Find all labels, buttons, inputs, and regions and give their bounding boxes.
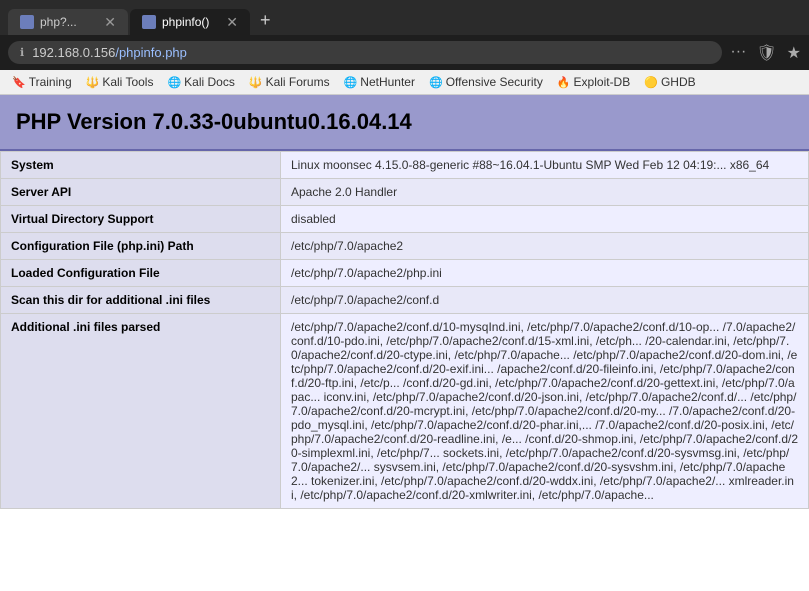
table-row: Scan this dir for additional .ini files/… bbox=[1, 287, 809, 314]
table-cell-key: Configuration File (php.ini) Path bbox=[1, 233, 281, 260]
bookmark-icon-kali-forums: 🔱 bbox=[249, 76, 263, 89]
bookmark-label-kali-docs: Kali Docs bbox=[184, 75, 235, 89]
tab-title-inactive: php?... bbox=[40, 15, 98, 29]
tab-close-inactive[interactable]: ✕ bbox=[104, 15, 116, 29]
table-row: Server APIApache 2.0 Handler bbox=[1, 179, 809, 206]
tabs-row: php?... ✕ phpinfo() ✕ + bbox=[8, 6, 801, 35]
bookmark-label-kali-tools: Kali Tools bbox=[102, 75, 153, 89]
table-cell-key: Additional .ini files parsed bbox=[1, 314, 281, 509]
bookmark-icon-offensive-security: 🌐 bbox=[429, 76, 443, 89]
bookmark-nethunter[interactable]: 🌐 NetHunter bbox=[338, 73, 421, 91]
table-cell-key: Virtual Directory Support bbox=[1, 206, 281, 233]
tab-active[interactable]: phpinfo() ✕ bbox=[130, 9, 250, 35]
more-options-icon[interactable]: ··· bbox=[730, 43, 746, 63]
bookmark-label-offensive-security: Offensive Security bbox=[446, 75, 543, 89]
bookmark-kali-forums[interactable]: 🔱 Kali Forums bbox=[243, 73, 336, 91]
bookmark-icon-kali-tools: 🔱 bbox=[86, 76, 100, 89]
table-cell-value: Apache 2.0 Handler bbox=[281, 179, 809, 206]
bookmark-icon-ghdb: 🟡 bbox=[644, 76, 658, 89]
bookmark-label-ghdb: GHDB bbox=[661, 75, 696, 89]
table-cell-value: Linux moonsec 4.15.0-88-generic #88~16.0… bbox=[281, 152, 809, 179]
bookmark-icon-kali-docs: 🌐 bbox=[167, 76, 181, 89]
bookmark-label-kali-forums: Kali Forums bbox=[266, 75, 330, 89]
bookmark-kali-docs[interactable]: 🌐 Kali Docs bbox=[161, 73, 240, 91]
new-tab-button[interactable]: + bbox=[252, 6, 279, 35]
table-cell-value: /etc/php/7.0/apache2/conf.d/10-mysqInd.i… bbox=[281, 314, 809, 509]
table-cell-value: /etc/php/7.0/apache2/php.ini bbox=[281, 260, 809, 287]
url-display: 192.168.0.156/phpinfo.php bbox=[32, 45, 710, 60]
php-header: PHP Version 7.0.33-0ubuntu0.16.04.14 bbox=[0, 95, 809, 151]
bookmark-icon-training: 🔖 bbox=[12, 76, 26, 89]
table-row: SystemLinux moonsec 4.15.0-88-generic #8… bbox=[1, 152, 809, 179]
tab-favicon-active bbox=[142, 15, 156, 29]
url-path: /phpinfo.php bbox=[115, 45, 187, 60]
tab-title-active: phpinfo() bbox=[162, 15, 220, 29]
address-bar: ℹ 192.168.0.156/phpinfo.php ··· 🛡 ★ bbox=[0, 35, 809, 70]
php-version-title: PHP Version 7.0.33-0ubuntu0.16.04.14 bbox=[16, 109, 793, 135]
table-row: Configuration File (php.ini) Path/etc/ph… bbox=[1, 233, 809, 260]
tab-favicon bbox=[20, 15, 34, 29]
page-content: PHP Version 7.0.33-0ubuntu0.16.04.14 Sys… bbox=[0, 95, 809, 509]
table-cell-value: disabled bbox=[281, 206, 809, 233]
table-row: Virtual Directory Supportdisabled bbox=[1, 206, 809, 233]
table-cell-value: /etc/php/7.0/apache2 bbox=[281, 233, 809, 260]
bookmarks-bar: 🔖 Training 🔱 Kali Tools 🌐 Kali Docs 🔱 Ka… bbox=[0, 70, 809, 95]
bookmark-kali-tools[interactable]: 🔱 Kali Tools bbox=[80, 73, 160, 91]
bookmark-star-icon[interactable]: ★ bbox=[787, 43, 801, 63]
address-bar-input[interactable]: ℹ 192.168.0.156/phpinfo.php bbox=[8, 41, 722, 64]
bookmark-training[interactable]: 🔖 Training bbox=[6, 73, 78, 91]
table-cell-value: /etc/php/7.0/apache2/conf.d bbox=[281, 287, 809, 314]
bookmark-exploit-db[interactable]: 🔥 Exploit-DB bbox=[551, 73, 636, 91]
bookmark-icon-exploit-db: 🔥 bbox=[557, 76, 571, 89]
table-row: Loaded Configuration File/etc/php/7.0/ap… bbox=[1, 260, 809, 287]
php-info-table: SystemLinux moonsec 4.15.0-88-generic #8… bbox=[0, 151, 809, 509]
shield-icon[interactable]: 🛡 bbox=[756, 43, 776, 63]
bookmark-ghdb[interactable]: 🟡 GHDB bbox=[638, 73, 701, 91]
bookmark-offensive-security[interactable]: 🌐 Offensive Security bbox=[423, 73, 549, 91]
bookmark-label-training: Training bbox=[29, 75, 72, 89]
table-cell-key: Loaded Configuration File bbox=[1, 260, 281, 287]
tab-inactive[interactable]: php?... ✕ bbox=[8, 9, 128, 35]
table-row: Additional .ini files parsed/etc/php/7.0… bbox=[1, 314, 809, 509]
table-cell-key: Scan this dir for additional .ini files bbox=[1, 287, 281, 314]
tab-close-active[interactable]: ✕ bbox=[226, 15, 238, 29]
lock-icon: ℹ bbox=[20, 46, 24, 59]
bookmark-icon-nethunter: 🌐 bbox=[344, 76, 358, 89]
table-cell-key: Server API bbox=[1, 179, 281, 206]
url-host: 192.168.0.156 bbox=[32, 45, 115, 60]
bookmark-label-exploit-db: Exploit-DB bbox=[574, 75, 631, 89]
table-cell-key: System bbox=[1, 152, 281, 179]
browser-chrome: php?... ✕ phpinfo() ✕ + bbox=[0, 0, 809, 35]
bookmark-label-nethunter: NetHunter bbox=[360, 75, 415, 89]
browser-toolbar-icons: ··· 🛡 ★ bbox=[730, 43, 801, 63]
